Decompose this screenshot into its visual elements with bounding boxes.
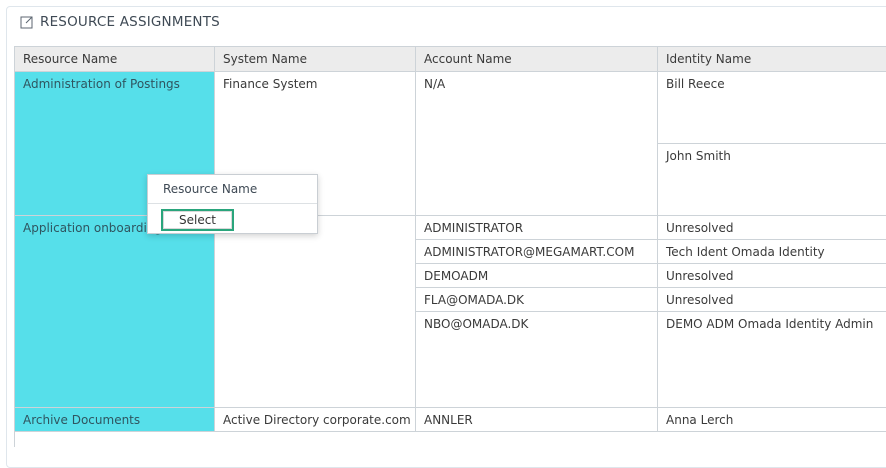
column-header-identity-name[interactable]: Identity Name <box>658 47 886 72</box>
account-cell[interactable]: N/A <box>416 72 658 216</box>
identity-cell[interactable]: Anna Lerch <box>658 408 886 432</box>
column-header-account-name[interactable]: Account Name <box>416 47 658 72</box>
select-button[interactable]: Select <box>161 209 234 231</box>
external-link-icon[interactable] <box>20 15 34 29</box>
identity-cell[interactable]: Unresolved <box>658 264 886 288</box>
account-cell[interactable]: FLA@OMADA.DK <box>416 288 658 312</box>
context-menu-header: Resource Name <box>148 175 317 204</box>
system-cell[interactable] <box>215 216 416 408</box>
column-header-system-name[interactable]: System Name <box>215 47 416 72</box>
identity-cell[interactable]: Unresolved <box>658 216 886 240</box>
account-cell[interactable]: ADMINISTRATOR@MEGAMART.COM <box>416 240 658 264</box>
identity-cell[interactable]: Unresolved <box>658 288 886 312</box>
panel-header: RESOURCE ASSIGNMENTS <box>20 14 220 30</box>
account-cell[interactable]: ADMINISTRATOR <box>416 216 658 240</box>
resource-cell-archive-documents[interactable]: Archive Documents <box>15 408 215 432</box>
context-menu: Resource Name Select <box>147 174 318 234</box>
column-header-resource-name[interactable]: Resource Name <box>15 47 215 72</box>
account-cell[interactable]: DEMOADM <box>416 264 658 288</box>
system-cell[interactable]: Active Directory corporate.com <box>215 408 416 432</box>
account-cell[interactable]: NBO@OMADA.DK <box>416 312 658 408</box>
assignments-table: Resource Name System Name Account Name I… <box>14 46 886 447</box>
account-cell[interactable]: ANNLER <box>416 408 658 432</box>
resource-cell-application-onboarding[interactable]: Application onboarding <box>15 216 215 408</box>
panel-title: RESOURCE ASSIGNMENTS <box>40 14 220 30</box>
identity-cell[interactable]: Tech Ident Omada Identity <box>658 240 886 264</box>
identity-cell[interactable]: DEMO ADM Omada Identity Admin <box>658 312 886 408</box>
identity-cell[interactable]: John Smith <box>658 144 886 216</box>
identity-cell[interactable]: Bill Reece <box>658 72 886 144</box>
